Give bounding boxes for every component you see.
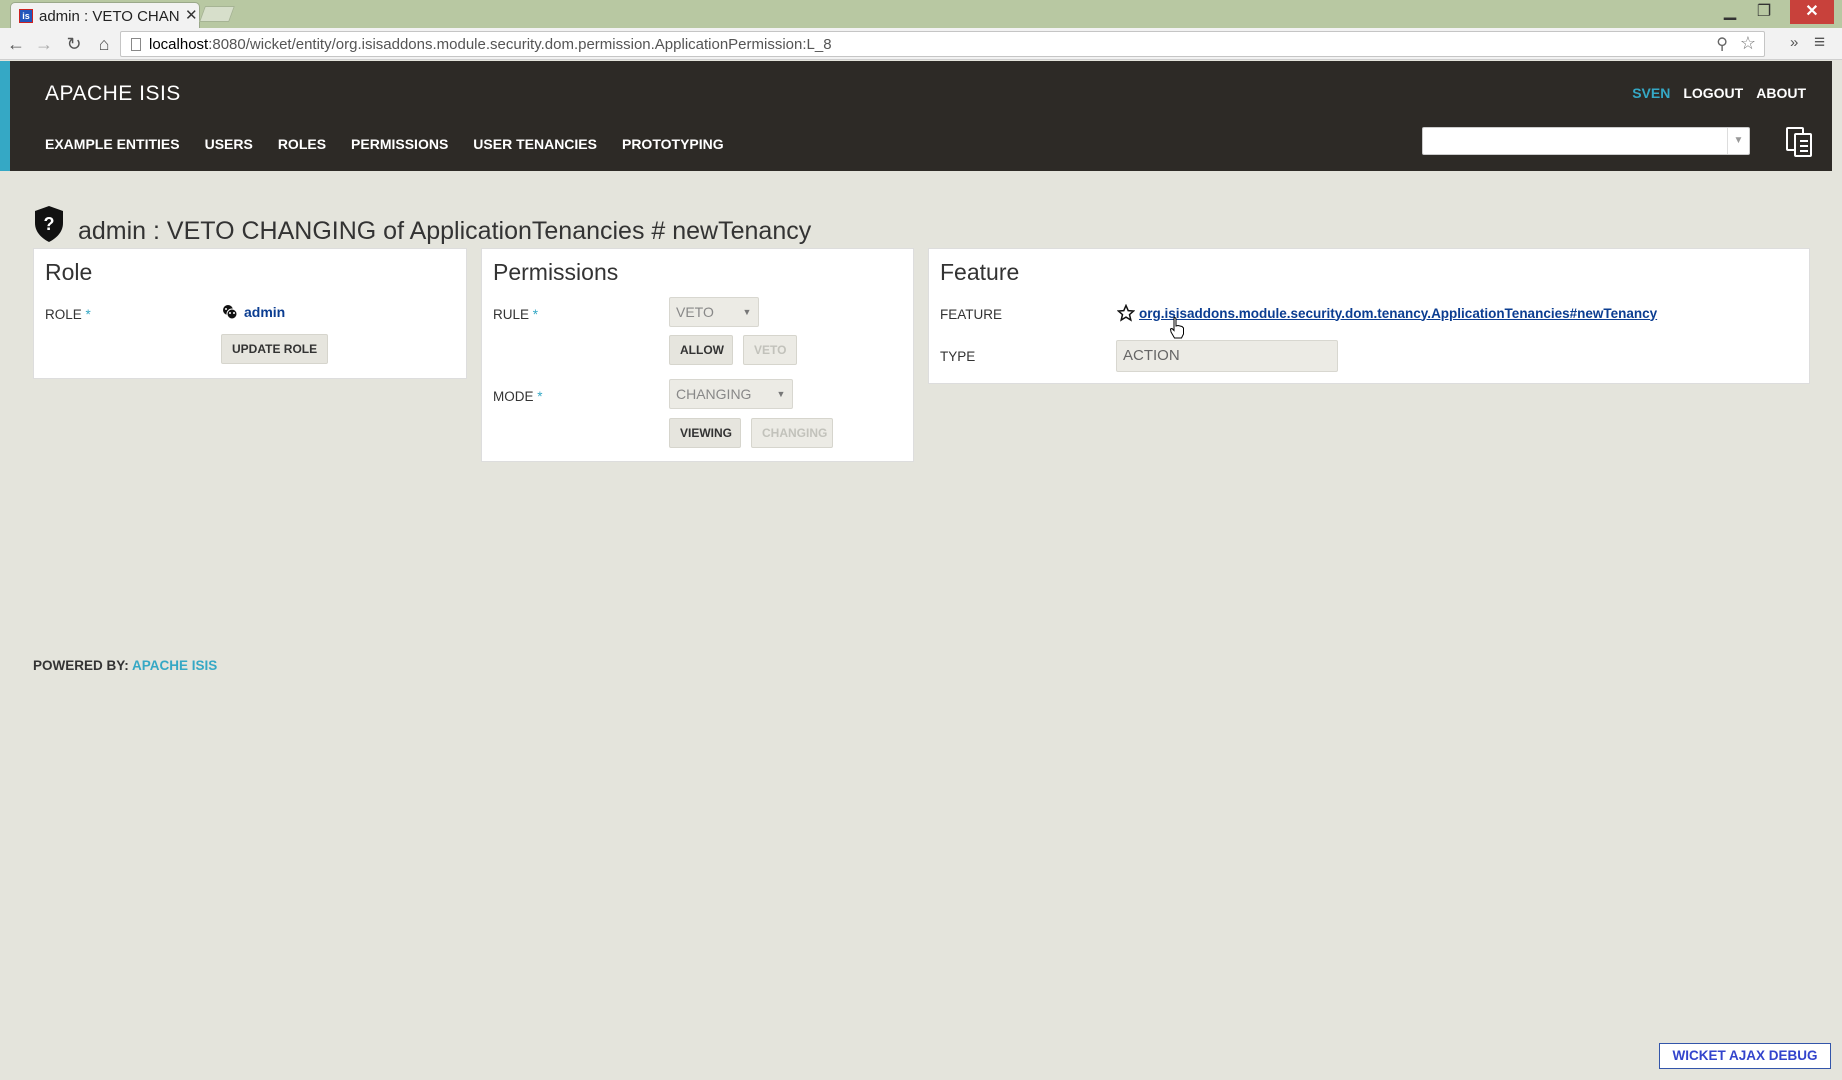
about-link[interactable]: ABOUT — [1756, 85, 1806, 101]
viewing-button[interactable]: VIEWING — [669, 418, 741, 448]
role-panel-title: Role — [45, 259, 93, 285]
browser-toolbar: ← → ↻ ⌂ localhost:8080/wicket/entity/org… — [0, 28, 1842, 60]
chevron-down-icon: ▼ — [742, 307, 752, 317]
accent-strip — [0, 61, 10, 171]
tab-title: admin : VETO CHAN( — [39, 8, 179, 25]
extensions-overflow-icon[interactable]: » — [1790, 34, 1798, 51]
app-brand[interactable]: APACHE ISIS — [45, 82, 181, 106]
nav-users[interactable]: USERS — [205, 136, 253, 152]
nav-permissions[interactable]: PERMISSIONS — [351, 136, 448, 152]
forward-arrow-icon[interactable]: → — [32, 32, 56, 56]
nav-example-entities[interactable]: EXAMPLE ENTITIES — [45, 136, 180, 152]
wicket-ajax-debug-button[interactable]: WICKET AJAX DEBUG — [1659, 1043, 1831, 1069]
back-arrow-icon[interactable]: ← — [4, 32, 28, 56]
rule-value: VETO — [676, 304, 714, 320]
svg-text:?: ? — [44, 214, 55, 234]
permissions-panel-title: Permissions — [493, 259, 619, 285]
favicon-icon: is — [19, 9, 33, 23]
feature-panel: Feature FEATURE org.isisaddons.module.se… — [928, 248, 1810, 384]
type-field: ACTION — [1116, 340, 1338, 372]
home-icon[interactable]: ⌂ — [92, 32, 116, 56]
zoom-icon[interactable]: ⚲ — [1716, 34, 1728, 54]
permissions-panel: Permissions RULE * VETO ▼ ALLOW VETO MOD… — [481, 248, 914, 462]
mode-value: CHANGING — [676, 386, 752, 402]
nav-prototyping[interactable]: PROTOTYPING — [622, 136, 724, 152]
apache-isis-link[interactable]: APACHE ISIS — [132, 658, 217, 673]
powered-by: POWERED BY: APACHE ISIS — [33, 658, 218, 673]
hand-cursor-icon — [1169, 317, 1184, 339]
minimize-icon[interactable]: ▁ — [1712, 0, 1748, 24]
chevron-down-icon[interactable]: ▼ — [1727, 128, 1749, 154]
close-window-icon[interactable]: ✕ — [1790, 0, 1834, 24]
new-tab-button[interactable] — [199, 6, 235, 22]
feature-panel-title: Feature — [940, 259, 1020, 285]
rule-field-label: RULE * — [493, 307, 539, 322]
url-text[interactable]: localhost:8080/wicket/entity/org.isisadd… — [149, 36, 832, 53]
logout-link[interactable]: LOGOUT — [1683, 85, 1743, 101]
star-icon — [1117, 304, 1135, 322]
browser-titlebar: is admin : VETO CHAN( ✕ ▁ ❐ ✕ — [0, 0, 1842, 28]
feature-link[interactable]: org.isisaddons.module.security.dom.tenan… — [1117, 304, 1657, 322]
chevron-down-icon: ▼ — [776, 389, 786, 399]
page-icon — [131, 38, 141, 51]
mode-select[interactable]: CHANGING ▼ — [669, 379, 793, 409]
current-user-link[interactable]: SVEN — [1632, 85, 1670, 101]
nav-roles[interactable]: ROLES — [278, 136, 326, 152]
app-header: APACHE ISIS EXAMPLE ENTITIES USERS ROLES… — [10, 61, 1832, 171]
mode-field-label: MODE * — [493, 389, 543, 404]
allow-button[interactable]: ALLOW — [669, 335, 733, 365]
feature-value[interactable]: org.isisaddons.module.security.dom.tenan… — [1139, 306, 1657, 321]
role-value[interactable]: admin — [244, 304, 285, 320]
role-link[interactable]: admin — [222, 304, 285, 320]
bookmark-star-icon[interactable]: ☆ — [1740, 33, 1756, 54]
role-panel: Role ROLE * admin UPDATE ROLE — [33, 248, 467, 379]
address-bar[interactable]: localhost:8080/wicket/entity/org.isisadd… — [120, 31, 1765, 57]
type-field-label: TYPE — [940, 349, 976, 364]
reload-icon[interactable]: ↻ — [62, 32, 86, 56]
update-role-button[interactable]: UPDATE ROLE — [221, 334, 329, 364]
maximize-icon[interactable]: ❐ — [1746, 0, 1782, 24]
feature-field-label: FEATURE — [940, 307, 1003, 322]
role-field-label: ROLE * — [45, 307, 91, 322]
theater-masks-icon — [223, 305, 238, 320]
browser-tab[interactable]: is admin : VETO CHAN( ✕ — [10, 2, 200, 28]
entity-search-select[interactable]: ▼ — [1422, 127, 1750, 155]
main-nav: EXAMPLE ENTITIES USERS ROLES PERMISSIONS… — [45, 136, 724, 152]
nav-user-tenancies[interactable]: USER TENANCIES — [473, 136, 597, 152]
veto-button[interactable]: VETO — [743, 335, 797, 365]
changing-button[interactable]: CHANGING — [751, 418, 833, 448]
rule-select[interactable]: VETO ▼ — [669, 297, 759, 327]
bookmarks-clipboard-icon[interactable] — [1780, 124, 1816, 160]
shield-question-icon: ? — [35, 206, 63, 242]
tab-close-icon[interactable]: ✕ — [185, 6, 198, 24]
browser-menu-icon[interactable]: ≡ — [1814, 32, 1825, 54]
page-title: admin : VETO CHANGING of ApplicationTena… — [78, 217, 812, 245]
user-links: SVEN LOGOUT ABOUT — [1632, 85, 1806, 101]
